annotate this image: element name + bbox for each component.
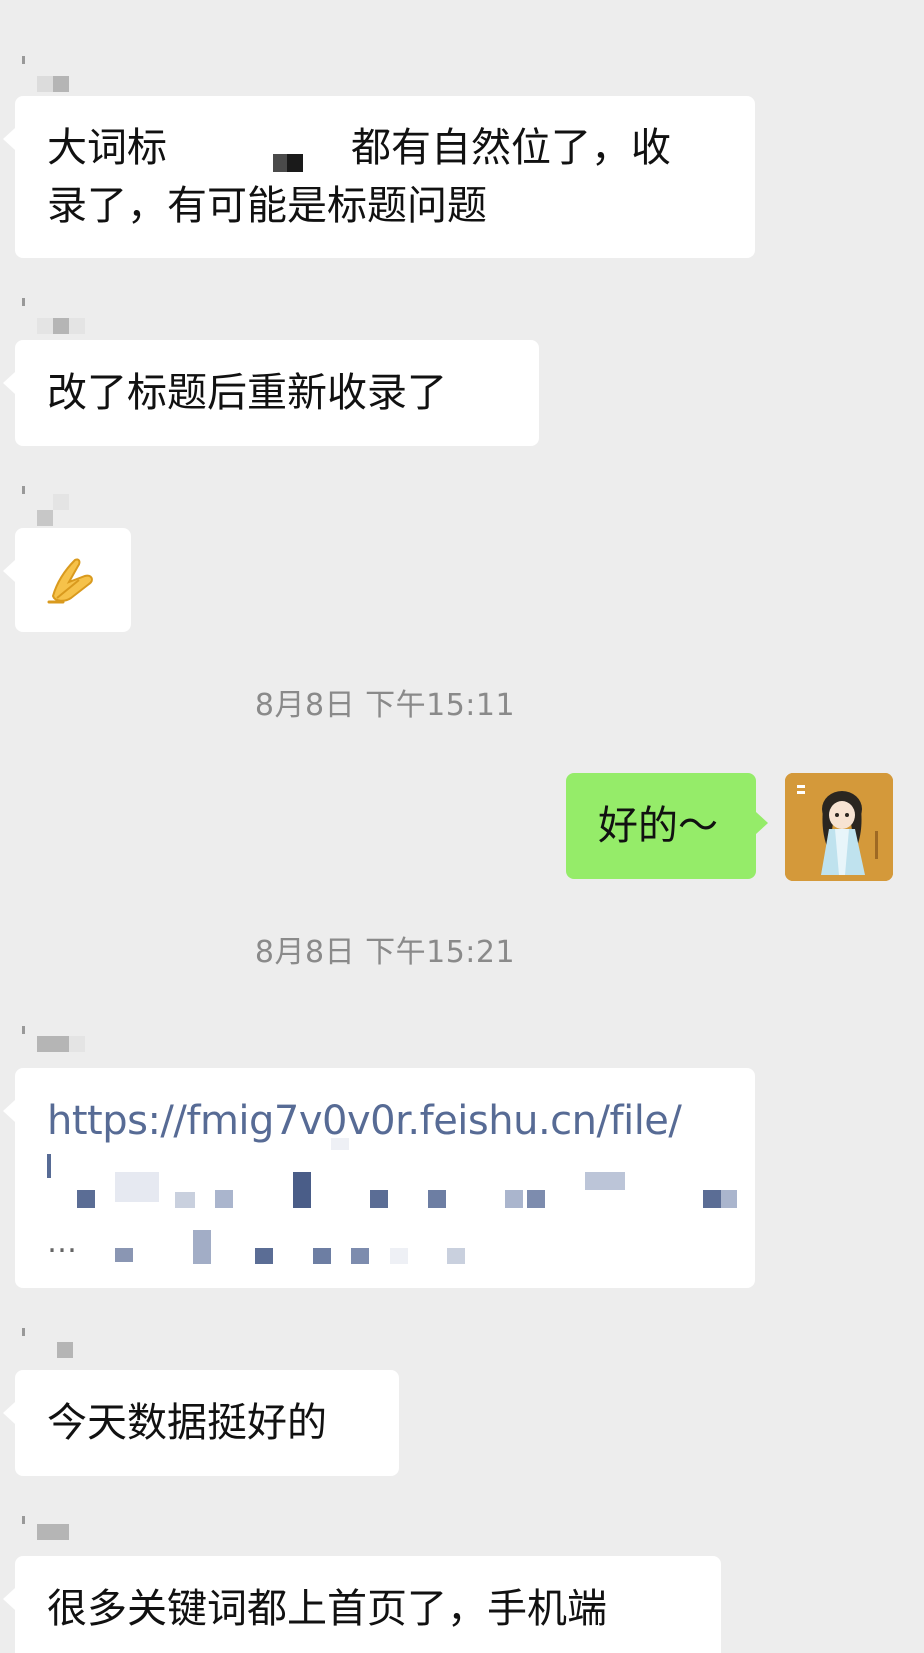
message-bubble-3[interactable] <box>3 528 131 632</box>
sender-name <box>22 1328 73 1358</box>
message-text-1c: 录了，有可能是标题问题 <box>47 183 487 229</box>
message-bubble-1[interactable]: 大词标 都有自然位了，收 录了，有可能是标题问题 <box>3 96 755 258</box>
chat-screen: 大词标 都有自然位了，收 录了，有可能是标题问题 改了标题后重新收录了 8月8日 <box>0 0 924 1653</box>
user-avatar[interactable] <box>785 773 893 881</box>
link-message-bubble[interactable]: https://fmig7v0v0r.feishu.cn/file/ … <box>3 1068 755 1288</box>
sender-name <box>22 298 85 334</box>
pray-emoji-icon <box>45 552 101 608</box>
redaction <box>178 106 353 176</box>
timestamp: 8月8日 下午15:21 <box>254 935 516 970</box>
message-text-1b: 都有自然位了，收 <box>351 125 671 171</box>
sender-name <box>22 56 69 92</box>
timestamp: 8月8日 下午15:11 <box>254 688 516 723</box>
message-bubble-7[interactable]: 很多关键词都上首页了，手机端 <box>3 1556 721 1653</box>
message-text: 很多关键词都上首页了，手机端 <box>47 1586 607 1632</box>
link-ellipsis: … <box>47 1225 77 1260</box>
message-text: 改了标题后重新收录了 <box>47 370 447 416</box>
sender-name <box>22 486 69 526</box>
message-bubble-4[interactable]: 好的～ <box>566 773 768 879</box>
sender-name <box>22 1026 85 1052</box>
message-text: 好的～ <box>598 803 718 849</box>
redaction-pixel <box>273 154 287 172</box>
file-link[interactable]: https://fmig7v0v0r.feishu.cn/file/ <box>47 1096 682 1146</box>
message-text-1a: 大词标 <box>47 125 167 171</box>
sender-name <box>22 1516 69 1540</box>
message-text: 今天数据挺好的 <box>47 1400 327 1446</box>
redaction-pixel <box>287 154 303 172</box>
message-bubble-6[interactable]: 今天数据挺好的 <box>3 1370 399 1476</box>
message-bubble-2[interactable]: 改了标题后重新收录了 <box>3 340 539 446</box>
